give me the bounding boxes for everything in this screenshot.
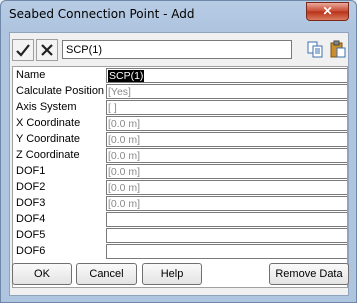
cancel-x-button[interactable] bbox=[36, 39, 58, 61]
property-label: Z Coordinate bbox=[16, 149, 80, 161]
copy-icon bbox=[307, 41, 323, 58]
object-name-input[interactable] bbox=[62, 40, 292, 59]
help-button[interactable]: Help bbox=[142, 263, 202, 285]
property-row-x-coordinate: X Coordinate [0.0 m] bbox=[13, 116, 347, 132]
property-row-dof2: DOF2 [0.0 m] bbox=[13, 180, 347, 196]
property-label: X Coordinate bbox=[16, 117, 81, 129]
property-label: Y Coordinate bbox=[16, 133, 81, 145]
property-value-dof4[interactable] bbox=[106, 212, 347, 227]
close-button[interactable]: ✕ bbox=[306, 2, 349, 21]
accept-button[interactable] bbox=[12, 39, 34, 61]
property-value-dof2[interactable]: [0.0 m] bbox=[106, 180, 347, 195]
property-row-z-coordinate: Z Coordinate [0.0 m] bbox=[13, 148, 347, 164]
remove-data-button[interactable]: Remove Data bbox=[269, 263, 349, 285]
paste-button[interactable] bbox=[328, 39, 350, 61]
property-grid: Name SCP(1) Calculate Position [Yes] Axi… bbox=[12, 66, 348, 288]
property-label: DOF1 bbox=[16, 165, 46, 177]
property-label: Name bbox=[16, 69, 46, 81]
title-bar[interactable]: Seabed Connection Point - Add ✕ bbox=[1, 1, 356, 28]
property-row-y-coordinate: Y Coordinate [0.0 m] bbox=[13, 132, 347, 148]
property-row-dof1: DOF1 [0.0 m] bbox=[13, 164, 347, 180]
property-row-axis-system: Axis System [ ] bbox=[13, 100, 347, 116]
toolbar bbox=[10, 33, 348, 63]
property-value-y-coordinate[interactable]: [0.0 m] bbox=[106, 132, 347, 147]
dialog-window: Seabed Connection Point - Add ✕ SCP(1) N… bbox=[0, 0, 357, 303]
button-bar: OK Cancel Help Remove Data bbox=[1, 263, 349, 293]
property-value-dof6[interactable] bbox=[106, 244, 347, 259]
property-value-name[interactable]: SCP(1) bbox=[106, 68, 347, 83]
copy-button[interactable] bbox=[305, 39, 327, 61]
check-icon bbox=[16, 44, 30, 57]
property-value-x-coordinate[interactable]: [0.0 m] bbox=[106, 116, 347, 131]
window-title: Seabed Connection Point - Add bbox=[9, 7, 195, 21]
property-label: DOF3 bbox=[16, 197, 46, 209]
property-row-dof5: DOF5 bbox=[13, 228, 347, 244]
property-value-dof1[interactable]: [0.0 m] bbox=[106, 164, 347, 179]
property-label: Calculate Position bbox=[16, 85, 105, 97]
property-value-dof3[interactable]: [0.0 m] bbox=[106, 196, 347, 211]
property-value-text: SCP(1) bbox=[108, 70, 145, 82]
property-value-axis-system[interactable]: [ ] bbox=[106, 100, 347, 115]
property-row-dof6: DOF6 bbox=[13, 244, 347, 260]
property-value-calculate-position[interactable]: [Yes] bbox=[106, 84, 347, 99]
property-row-dof3: DOF3 [0.0 m] bbox=[13, 196, 347, 212]
property-label: DOF5 bbox=[16, 229, 46, 241]
dialog-client: Name SCP(1) Calculate Position [Yes] Axi… bbox=[9, 32, 349, 296]
property-label: DOF2 bbox=[16, 181, 46, 193]
paste-icon bbox=[330, 40, 346, 58]
property-label: DOF6 bbox=[16, 245, 46, 257]
property-row-name: Name SCP(1) bbox=[13, 68, 347, 84]
ok-button[interactable]: OK bbox=[12, 263, 72, 285]
x-icon bbox=[41, 44, 53, 56]
cancel-button[interactable]: Cancel bbox=[76, 263, 137, 285]
property-label: Axis System bbox=[16, 101, 77, 113]
property-row-calculate-position: Calculate Position [Yes] bbox=[13, 84, 347, 100]
property-row-dof4: DOF4 bbox=[13, 212, 347, 228]
property-value-dof5[interactable] bbox=[106, 228, 347, 243]
property-label: DOF4 bbox=[16, 213, 46, 225]
property-value-z-coordinate[interactable]: [0.0 m] bbox=[106, 148, 347, 163]
